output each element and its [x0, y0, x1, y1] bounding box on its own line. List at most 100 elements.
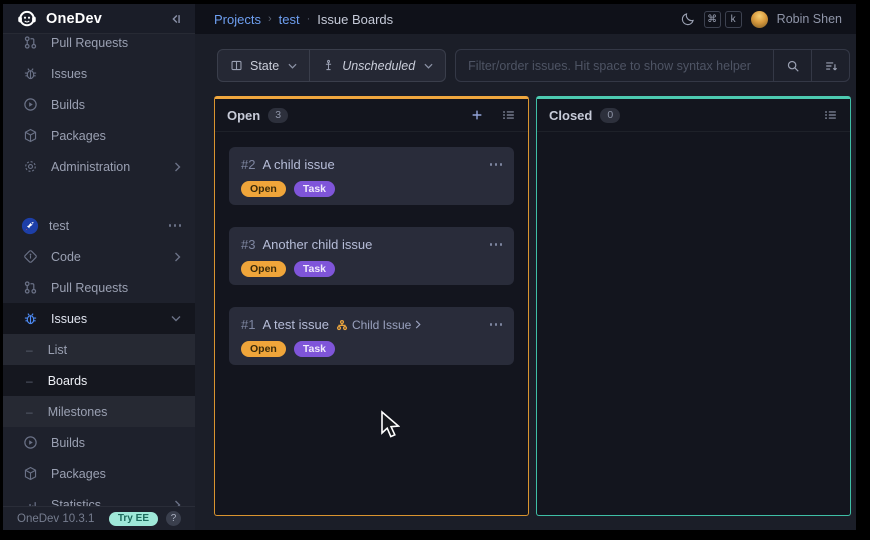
sidebar-item-project-test[interactable]: test — [3, 210, 195, 241]
bug-icon — [22, 66, 38, 82]
user-avatar[interactable] — [751, 11, 768, 28]
sidebar-collapse-icon[interactable] — [169, 12, 183, 26]
issue-title: A test issue — [262, 317, 328, 332]
dark-mode-moon-icon[interactable] — [681, 12, 695, 26]
issue-title: Another child issue — [262, 237, 372, 252]
state-badge: Open — [241, 261, 286, 277]
breadcrumb-separator: › — [268, 13, 272, 25]
issue-card[interactable]: #3 Another child issue Open Task — [229, 227, 514, 285]
project-rocket-avatar — [22, 218, 38, 234]
board-filter-button-group: State Unscheduled — [217, 49, 446, 82]
sidebar-item-code[interactable]: Code — [3, 241, 195, 272]
top-header: OneDev Projects › test · Issue Boards ⌘ … — [3, 4, 856, 34]
column-menu-icon[interactable] — [502, 108, 516, 122]
chevron-right-icon — [415, 320, 421, 329]
board-select-label: State — [250, 59, 279, 73]
add-issue-icon[interactable] — [470, 108, 484, 122]
order-icon[interactable] — [811, 50, 849, 81]
shortcut-mod-key: ⌘ — [704, 11, 721, 28]
sidebar-item-pull-requests[interactable]: Pull Requests — [3, 34, 195, 58]
column-menu-icon[interactable] — [824, 108, 838, 122]
chevron-down-icon — [424, 63, 433, 69]
sidebar-footer: OneDev 10.3.1 Try EE ? — [3, 506, 195, 530]
version-label: OneDev 10.3.1 — [17, 513, 101, 525]
chevron-down-icon — [288, 63, 297, 69]
filter-input[interactable] — [456, 50, 773, 81]
sidebar-item-administration[interactable]: Administration — [3, 151, 195, 182]
issue-card[interactable]: #2 A child issue Open Task — [229, 147, 514, 205]
bug-icon — [22, 311, 38, 327]
child-issues-label: Child Issue — [352, 318, 411, 332]
sidebar-item-label: Code — [51, 250, 174, 264]
sidebar-item-issues[interactable]: Issues — [3, 58, 195, 89]
sidebar-item-statistics[interactable]: Statistics — [3, 489, 195, 506]
issue-title: A child issue — [262, 157, 334, 172]
onedev-logo-icon — [17, 9, 37, 29]
sidebar-item-label: Builds — [51, 436, 181, 450]
play-circle-icon — [22, 435, 38, 451]
issue-card[interactable]: #1 A test issue Child Issue — [229, 307, 514, 365]
board-column-closed: Closed 0 — [536, 96, 851, 516]
board-column-open: Open 3 #2 — [214, 96, 529, 516]
breadcrumb-separator: · — [307, 13, 311, 25]
sidebar-subitem-list[interactable]: List — [3, 334, 195, 365]
sidebar-item-builds[interactable]: Builds — [3, 89, 195, 120]
filter-input-container — [455, 49, 850, 82]
chevron-right-icon — [174, 252, 181, 262]
breadcrumb-current-page: Issue Boards — [317, 12, 393, 27]
search-icon[interactable] — [773, 50, 811, 81]
onedev-app: OneDev Projects › test · Issue Boards ⌘ … — [3, 4, 856, 530]
milestone-select-button[interactable]: Unscheduled — [309, 50, 445, 81]
column-header: Closed 0 — [537, 99, 850, 132]
sidebar-header: OneDev — [3, 4, 195, 34]
board-toolbar: State Unscheduled — [195, 49, 856, 82]
help-icon[interactable]: ? — [166, 511, 181, 526]
sidebar-item-project-builds[interactable]: Builds — [3, 427, 195, 458]
column-title: Open — [227, 108, 260, 123]
column-count-badge: 0 — [600, 108, 620, 123]
issue-number: #3 — [241, 237, 255, 252]
sidebar-item-label: Pull Requests — [51, 281, 181, 295]
sidebar-item-project-pull-requests[interactable]: Pull Requests — [3, 272, 195, 303]
chevron-right-icon — [174, 162, 181, 172]
pull-request-icon — [22, 35, 38, 51]
column-body — [537, 132, 850, 515]
milestone-select-label: Unscheduled — [342, 59, 415, 73]
app-title: OneDev — [46, 11, 169, 27]
breadcrumb-project-link[interactable]: test — [279, 12, 300, 27]
board-select-button[interactable]: State — [218, 50, 309, 81]
column-title: Closed — [549, 108, 592, 123]
column-header: Open 3 — [215, 99, 528, 132]
sidebar-subitem-milestones[interactable]: Milestones — [3, 396, 195, 427]
sidebar-item-label: Statistics — [51, 498, 174, 507]
issue-boards: Open 3 #2 — [214, 96, 851, 516]
main-content: State Unscheduled — [195, 34, 856, 530]
sidebar-item-packages[interactable]: Packages — [3, 120, 195, 151]
sidebar-item-label: Packages — [51, 129, 181, 143]
sidebar: Pull Requests Issues Builds — [3, 34, 195, 506]
type-badge: Task — [294, 341, 335, 357]
sidebar-section-gap — [3, 182, 195, 210]
sidebar-item-project-packages[interactable]: Packages — [3, 458, 195, 489]
type-badge: Task — [294, 181, 335, 197]
shortcut-k-key: k — [725, 11, 742, 28]
sidebar-item-project-issues[interactable]: Issues — [3, 303, 195, 334]
breadcrumb: Projects › test · Issue Boards — [195, 4, 681, 34]
card-more-icon[interactable] — [490, 163, 503, 166]
play-circle-icon — [22, 97, 38, 113]
sidebar-item-label: Administration — [51, 160, 174, 174]
card-more-icon[interactable] — [490, 243, 503, 246]
project-name: test — [49, 219, 169, 233]
pull-request-icon — [22, 280, 38, 296]
user-name[interactable]: Robin Shen — [777, 12, 842, 26]
more-options-icon[interactable] — [169, 224, 182, 227]
card-more-icon[interactable] — [490, 323, 503, 326]
breadcrumb-projects-link[interactable]: Projects — [214, 12, 261, 27]
try-ee-badge[interactable]: Try EE — [109, 512, 158, 526]
chevron-down-icon — [171, 315, 181, 322]
sidebar-subitem-boards[interactable]: Boards — [3, 365, 195, 396]
state-badge: Open — [241, 181, 286, 197]
child-issues-link[interactable]: Child Issue — [336, 318, 421, 332]
child-issue-icon — [336, 319, 348, 331]
header-actions: ⌘ k Robin Shen — [681, 4, 856, 34]
